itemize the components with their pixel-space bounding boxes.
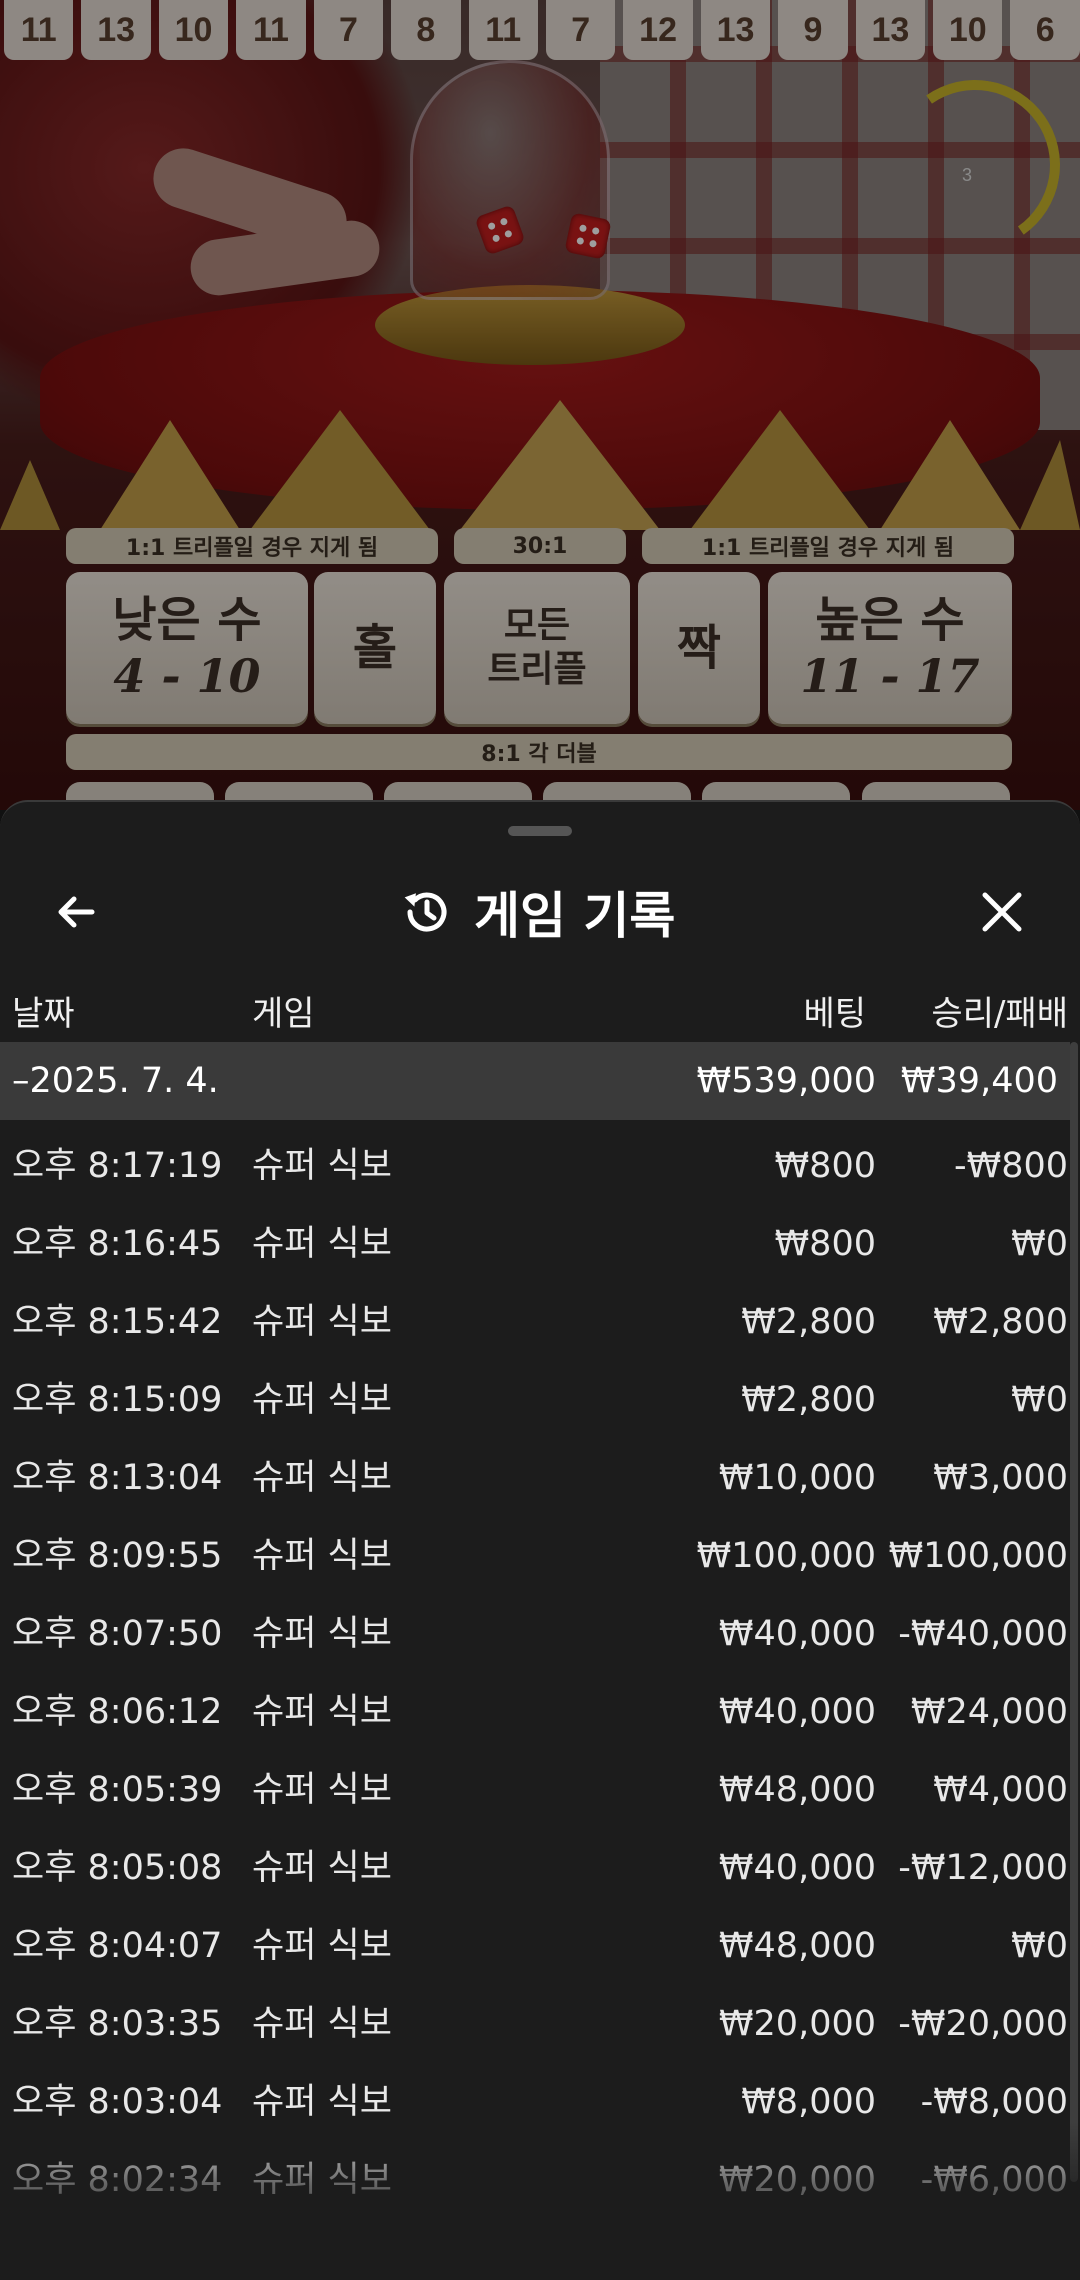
row-game: 슈퍼 식보 xyxy=(252,1770,392,1810)
history-row[interactable]: 오후 8:16:45 슈퍼 식보 ₩800 ₩0 xyxy=(0,1205,1080,1283)
close-icon xyxy=(982,892,1022,932)
row-bet: ₩20,000 xyxy=(718,2004,876,2044)
row-game: 슈퍼 식보 xyxy=(252,1848,392,1888)
row-game: 슈퍼 식보 xyxy=(252,1146,392,1186)
column-header: 날짜 게임 베팅 승리/패배 xyxy=(0,972,1080,1042)
row-time: 오후 8:09:55 xyxy=(12,1536,223,1576)
history-row[interactable]: 오후 8:03:04 슈퍼 식보 ₩8,000 -₩8,000 xyxy=(0,2063,1080,2141)
history-row[interactable]: 오후 8:04:07 슈퍼 식보 ₩48,000 ₩0 xyxy=(0,1907,1080,1985)
date-group-date: –2025. 7. 4. xyxy=(12,1061,219,1101)
history-row[interactable]: 오후 8:13:04 슈퍼 식보 ₩10,000 ₩3,000 xyxy=(0,1439,1080,1517)
row-bet: ₩2,800 xyxy=(741,1302,876,1342)
row-result: ₩24,000 xyxy=(910,1692,1068,1732)
row-bet: ₩100,000 xyxy=(696,1536,876,1576)
row-time: 오후 8:15:42 xyxy=(12,1302,223,1342)
row-bet: ₩8,000 xyxy=(741,2082,876,2122)
history-row[interactable]: 오후 8:09:55 슈퍼 식보 ₩100,000 ₩100,000 xyxy=(0,1517,1080,1595)
row-time: 오후 8:02:34 xyxy=(12,2160,223,2200)
date-group-bet-total: ₩539,000 xyxy=(696,1061,876,1101)
row-time: 오후 8:17:19 xyxy=(12,1146,223,1186)
column-game: 게임 xyxy=(252,994,315,1034)
row-game: 슈퍼 식보 xyxy=(252,2082,392,2122)
history-row[interactable]: 오후 8:06:12 슈퍼 식보 ₩40,000 ₩24,000 xyxy=(0,1673,1080,1751)
modal-overlay[interactable] xyxy=(0,0,1080,810)
row-bet: ₩48,000 xyxy=(718,1770,876,1810)
history-row[interactable]: 오후 8:17:19 슈퍼 식보 ₩800 -₩800 xyxy=(0,1127,1080,1205)
row-time: 오후 8:06:12 xyxy=(12,1692,223,1732)
row-time: 오후 8:03:35 xyxy=(12,2004,223,2044)
row-bet: ₩800 xyxy=(774,1146,876,1186)
row-bet: ₩10,000 xyxy=(718,1458,876,1498)
row-bet: ₩48,000 xyxy=(718,1926,876,1966)
row-time: 오후 8:03:04 xyxy=(12,2082,223,2122)
title-group: 게임 기록 xyxy=(400,872,675,952)
row-time: 오후 8:04:07 xyxy=(12,1926,223,1966)
history-row[interactable]: 오후 8:02:34 슈퍼 식보 ₩20,000 -₩6,000 xyxy=(0,2141,1080,2219)
row-game: 슈퍼 식보 xyxy=(252,1302,392,1342)
sheet-title: 게임 기록 xyxy=(474,887,676,945)
date-group-row[interactable]: –2025. 7. 4. ₩539,000 ₩39,400 xyxy=(0,1042,1070,1120)
row-game: 슈퍼 식보 xyxy=(252,1224,392,1264)
row-result: ₩4,000 xyxy=(933,1770,1068,1810)
history-row[interactable]: 오후 8:05:39 슈퍼 식보 ₩48,000 ₩4,000 xyxy=(0,1751,1080,1829)
drag-handle[interactable] xyxy=(508,826,572,836)
sheet-header: 게임 기록 xyxy=(0,862,1080,962)
row-result: ₩0 xyxy=(1011,1380,1068,1420)
row-bet: ₩20,000 xyxy=(718,2160,876,2200)
history-row[interactable]: 오후 8:15:09 슈퍼 식보 ₩2,800 ₩0 xyxy=(0,1361,1080,1439)
row-time: 오후 8:15:09 xyxy=(12,1380,223,1420)
column-result: 승리/패배 xyxy=(931,994,1068,1034)
history-row[interactable]: 오후 8:15:42 슈퍼 식보 ₩2,800 ₩2,800 xyxy=(0,1283,1080,1361)
row-game: 슈퍼 식보 xyxy=(252,2004,392,2044)
row-time: 오후 8:05:39 xyxy=(12,1770,223,1810)
history-row[interactable]: 오후 8:07:50 슈퍼 식보 ₩40,000 -₩40,000 xyxy=(0,1595,1080,1673)
row-game: 슈퍼 식보 xyxy=(252,1380,392,1420)
row-result: ₩100,000 xyxy=(888,1536,1068,1576)
date-group-result-total: ₩39,400 xyxy=(900,1061,1058,1101)
row-bet: ₩800 xyxy=(774,1224,876,1264)
row-game: 슈퍼 식보 xyxy=(252,1458,392,1498)
row-game: 슈퍼 식보 xyxy=(252,2160,392,2200)
close-button[interactable] xyxy=(966,876,1038,948)
history-row[interactable]: 오후 8:03:35 슈퍼 식보 ₩20,000 -₩20,000 xyxy=(0,1985,1080,2063)
column-date: 날짜 xyxy=(12,994,75,1034)
row-time: 오후 8:05:08 xyxy=(12,1848,223,1888)
back-button[interactable] xyxy=(40,876,112,948)
row-result: -₩6,000 xyxy=(920,2160,1068,2200)
row-game: 슈퍼 식보 xyxy=(252,1692,392,1732)
history-clock-icon xyxy=(404,892,447,932)
column-bet: 베팅 xyxy=(803,994,866,1034)
row-bet: ₩2,800 xyxy=(741,1380,876,1420)
row-time: 오후 8:16:45 xyxy=(12,1224,223,1264)
row-bet: ₩40,000 xyxy=(718,1848,876,1888)
scrollbar[interactable] xyxy=(1070,1042,1078,2182)
row-game: 슈퍼 식보 xyxy=(252,1926,392,1966)
row-result: -₩8,000 xyxy=(920,2082,1068,2122)
row-result: ₩2,800 xyxy=(933,1302,1068,1342)
row-result: -₩40,000 xyxy=(898,1614,1068,1654)
row-time: 오후 8:07:50 xyxy=(12,1614,223,1654)
row-game: 슈퍼 식보 xyxy=(252,1536,392,1576)
row-time: 오후 8:13:04 xyxy=(12,1458,223,1498)
row-bet: ₩40,000 xyxy=(718,1692,876,1732)
history-row[interactable]: 오후 8:05:08 슈퍼 식보 ₩40,000 -₩12,000 xyxy=(0,1829,1080,1907)
row-result: ₩0 xyxy=(1011,1224,1068,1264)
row-result: ₩3,000 xyxy=(933,1458,1068,1498)
row-result: -₩800 xyxy=(953,1146,1068,1186)
history-list[interactable]: –2025. 7. 4. ₩539,000 ₩39,400 오후 8:17:19… xyxy=(0,1042,1080,2280)
game-history-sheet: 게임 기록 날짜 게임 베팅 승리/패배 –2025. 7. 4. ₩539,0… xyxy=(0,800,1080,2280)
row-result: ₩0 xyxy=(1011,1926,1068,1966)
row-result: -₩12,000 xyxy=(898,1848,1068,1888)
row-result: -₩20,000 xyxy=(898,2004,1068,2044)
row-bet: ₩40,000 xyxy=(718,1614,876,1654)
arrow-left-icon xyxy=(58,896,95,928)
row-game: 슈퍼 식보 xyxy=(252,1614,392,1654)
